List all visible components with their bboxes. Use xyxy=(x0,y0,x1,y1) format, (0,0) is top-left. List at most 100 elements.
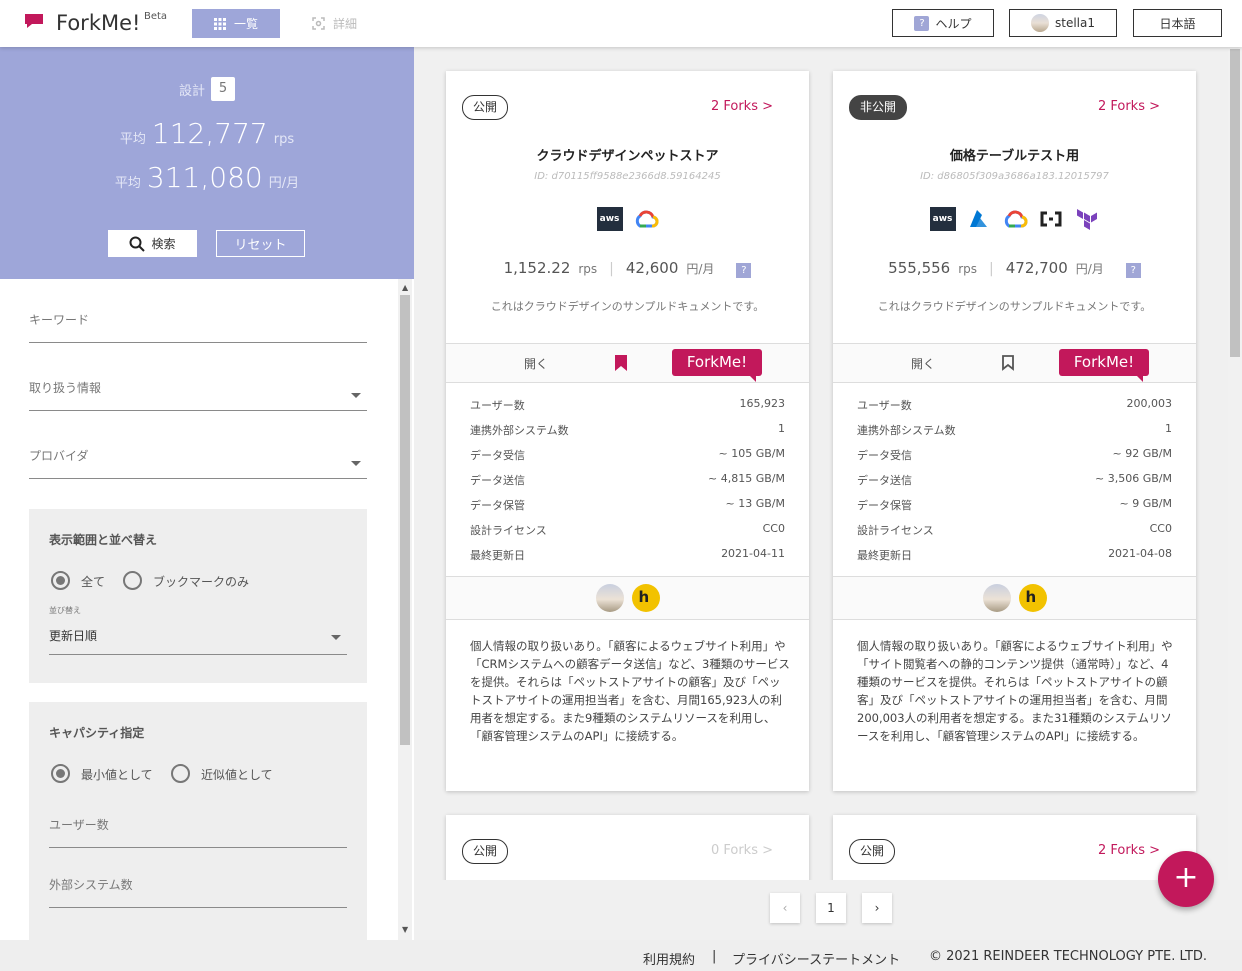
visibility-badge: 公開 xyxy=(462,839,509,864)
spec-value: 1 xyxy=(1165,422,1172,435)
spec-row: 連携外部システム数 1 xyxy=(470,422,785,438)
help-icon: ? xyxy=(914,15,930,31)
radio-all[interactable] xyxy=(51,571,70,590)
radio-approx[interactable] xyxy=(171,764,190,783)
avatar[interactable] xyxy=(595,584,624,612)
help-icon[interactable]: ? xyxy=(736,263,752,278)
search-label: 検索 xyxy=(151,237,176,251)
sort-select[interactable]: 更新日順 xyxy=(49,627,347,655)
aws-icon: aws xyxy=(929,207,956,231)
bookmark-filled-icon[interactable] xyxy=(615,355,627,371)
spec-value: ~ 105 GB/M xyxy=(718,447,785,460)
tab-list[interactable]: 一覧 xyxy=(192,9,280,38)
api-icon xyxy=(1038,207,1064,231)
next-page-button[interactable]: › xyxy=(862,893,892,923)
radio-all-label: 全て xyxy=(81,575,106,589)
spec-row: 設計ライセンス CC0 xyxy=(470,522,785,538)
app-header: ForkMe! Beta 一覧 詳細 ? ヘルプ stella1 日本語 xyxy=(0,0,1242,47)
rps-unit: rps xyxy=(578,262,598,276)
avatar[interactable]: h xyxy=(631,584,660,612)
forkme-button[interactable]: ForkMe! xyxy=(1059,349,1149,382)
logo-chat-icon xyxy=(25,14,43,28)
app-title[interactable]: ForkMe! xyxy=(56,11,140,35)
forks-link[interactable]: 2 Forks > xyxy=(1098,843,1160,858)
card-stats: 1,152.22 rps | 42,600 円/月 ? xyxy=(446,259,809,278)
chevron-down-icon xyxy=(351,393,361,398)
cost-unit: 円/月 xyxy=(686,262,715,276)
forks-link[interactable]: 0 Forks > xyxy=(711,843,773,858)
avatar[interactable] xyxy=(982,584,1011,612)
avg-label: 平均 xyxy=(114,176,141,191)
keyword-placeholder: キーワード xyxy=(29,313,90,327)
help-button[interactable]: ? ヘルプ xyxy=(892,9,994,37)
users-input[interactable]: ユーザー数 xyxy=(49,816,347,848)
spec-label: データ保管 xyxy=(470,499,525,512)
spec-value: 200,003 xyxy=(1126,397,1173,410)
spec-row: 連携外部システム数 1 xyxy=(857,422,1172,438)
add-design-button[interactable]: + xyxy=(1158,851,1214,907)
cost-value: 42,600 xyxy=(625,259,679,277)
rps-value: 1,152.22 xyxy=(503,259,571,277)
terms-link[interactable]: 利用規約 xyxy=(643,949,695,968)
user-name: stella1 xyxy=(1055,16,1095,30)
bookmark-outline-icon[interactable] xyxy=(1002,355,1014,371)
provider-icons: aws xyxy=(446,207,809,231)
design-card: 非公開 2 Forks > 価格テーブルテスト用 ID: d86805f309a… xyxy=(833,71,1196,791)
spec-row: データ受信 ~ 92 GB/M xyxy=(857,447,1172,463)
spec-label: ユーザー数 xyxy=(470,399,525,412)
open-button[interactable]: 開く xyxy=(524,355,548,372)
cost-value: 472,700 xyxy=(1005,259,1068,277)
chevron-down-icon xyxy=(331,635,341,640)
beta-label: Beta xyxy=(144,11,168,22)
spec-value: ~ 92 GB/M xyxy=(1112,447,1172,460)
user-menu-button[interactable]: stella1 xyxy=(1009,9,1117,37)
tab-detail[interactable]: 詳細 xyxy=(312,9,372,38)
designs-count-row: 設計 5 xyxy=(0,77,414,101)
spec-value: 1 xyxy=(778,422,785,435)
language-label: 日本語 xyxy=(1159,16,1196,31)
card-title[interactable]: クラウドデザインペットストア xyxy=(446,145,809,164)
scroll-down-icon[interactable]: ▼ xyxy=(402,925,408,934)
card-id: ID: d86805f309a3686a183.12015797 xyxy=(920,171,1109,182)
radio-min[interactable] xyxy=(51,764,70,783)
keyword-input[interactable]: キーワード xyxy=(29,311,367,343)
cost-unit: 円/月 xyxy=(268,176,300,191)
spec-label: 最終更新日 xyxy=(470,549,525,562)
external-systems-input[interactable]: 外部システム数 xyxy=(49,876,347,908)
aws-icon: aws xyxy=(596,207,623,231)
cost-unit: 円/月 xyxy=(1075,262,1104,276)
google-cloud-icon xyxy=(1002,207,1028,231)
avg-rps-row: 平均 112,777 rps xyxy=(0,117,414,150)
reset-button[interactable]: リセット xyxy=(216,230,305,257)
forks-link[interactable]: 2 Forks > xyxy=(711,99,773,114)
visibility-badge: 非公開 xyxy=(849,95,908,120)
forks-link[interactable]: 2 Forks > xyxy=(1098,99,1160,114)
main-scroll-thumb[interactable] xyxy=(1230,49,1240,357)
privacy-link[interactable]: プライバシーステートメント xyxy=(732,949,900,968)
avatar[interactable]: h xyxy=(1018,584,1047,612)
language-button[interactable]: 日本語 xyxy=(1133,9,1222,37)
visibility-badge: 公開 xyxy=(849,839,896,864)
search-button[interactable]: 検索 xyxy=(108,230,197,257)
radio-bookmarks-label: ブックマークのみ xyxy=(153,575,250,589)
users-placeholder: ユーザー数 xyxy=(49,818,109,832)
prev-page-button[interactable]: ‹ xyxy=(770,893,800,923)
help-icon[interactable]: ? xyxy=(1125,263,1141,278)
forkme-button[interactable]: ForkMe! xyxy=(672,349,762,382)
help-label: ヘルプ xyxy=(935,16,972,31)
page-1-button[interactable]: 1 xyxy=(816,893,846,923)
card-title[interactable]: 価格テーブルテスト用 xyxy=(833,145,1196,164)
filter-panel: キーワード 取り扱う情報 プロバイダ 表示範囲と並べ替え 全て ブックマークのみ… xyxy=(0,279,414,940)
open-button[interactable]: 開く xyxy=(911,355,935,372)
provider-select[interactable]: プロバイダ xyxy=(29,447,367,479)
scroll-up-icon[interactable]: ▲ xyxy=(402,283,408,292)
radio-bookmarks[interactable] xyxy=(123,571,142,590)
design-grid: 公開 2 Forks > クラウドデザインペットストア ID: d70115ff… xyxy=(414,47,1242,880)
sidebar-scroll-thumb[interactable] xyxy=(400,295,410,745)
pagination: ‹ 1 › xyxy=(770,893,892,923)
contributors: h xyxy=(446,576,809,620)
info-handled-select[interactable]: 取り扱う情報 xyxy=(29,379,367,411)
card-description: これはクラウドデザインのサンプルドキュメントです。 xyxy=(490,300,765,313)
rps-unit: rps xyxy=(273,132,295,147)
card-description: これはクラウドデザインのサンプルドキュメントです。 xyxy=(877,300,1152,313)
